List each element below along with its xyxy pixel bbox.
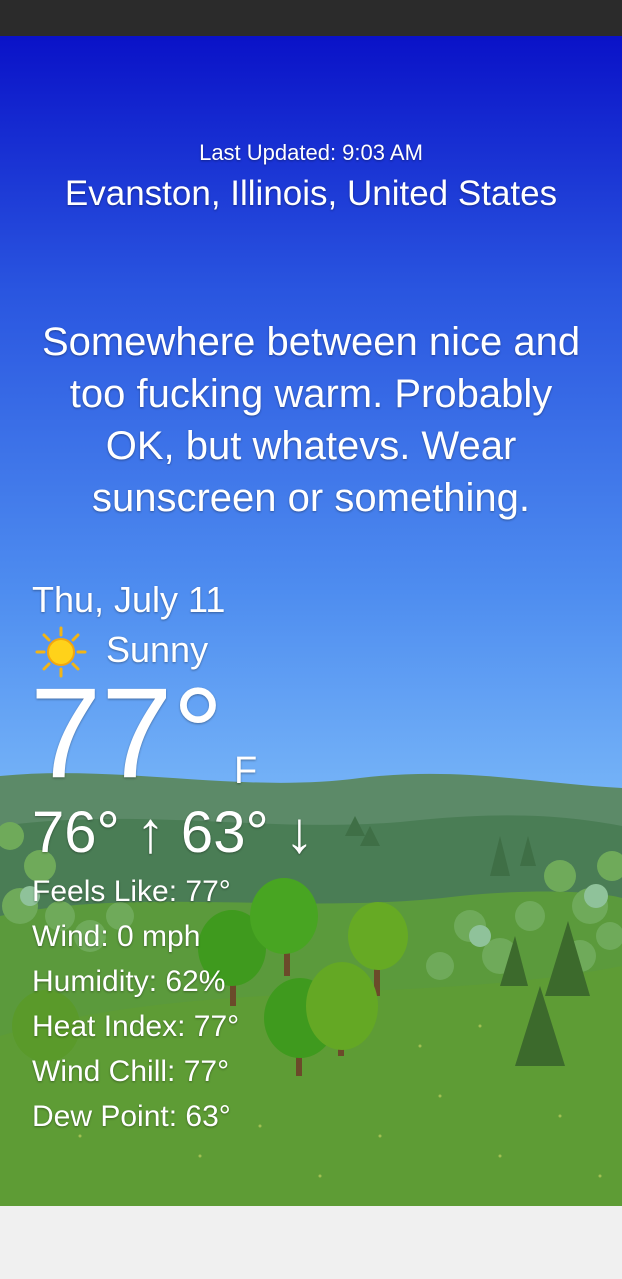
last-updated-label: Last Updated: 9:03 AM bbox=[199, 140, 423, 165]
navigation-bar bbox=[0, 1206, 622, 1279]
current-temperature: 77° bbox=[30, 662, 224, 805]
high-low-temperature: 76° ↑ 63° ↓ bbox=[32, 800, 314, 865]
weather-message: Somewhere between nice and too fucking w… bbox=[41, 320, 581, 520]
humidity: Humidity: 62% bbox=[32, 965, 226, 998]
status-bar bbox=[0, 0, 622, 36]
heat-index: Heat Index: 77° bbox=[32, 1010, 240, 1043]
wind: Wind: 0 mph bbox=[32, 920, 201, 953]
feels-like: Feels Like: 77° bbox=[32, 875, 231, 908]
dew-point: Dew Point: 63° bbox=[32, 1100, 231, 1133]
temperature-unit: F bbox=[234, 750, 258, 792]
location-title: Evanston, Illinois, United States bbox=[64, 174, 558, 213]
wind-chill: Wind Chill: 77° bbox=[32, 1055, 230, 1088]
weather-details: Feels Like: 77° Wind: 0 mph Humidity: 62… bbox=[32, 874, 239, 1144]
weather-screen: Last Updated: 9:03 AM Evanston, Illinois… bbox=[0, 36, 622, 1206]
forecast-date: Thu, July 11 bbox=[32, 579, 226, 620]
